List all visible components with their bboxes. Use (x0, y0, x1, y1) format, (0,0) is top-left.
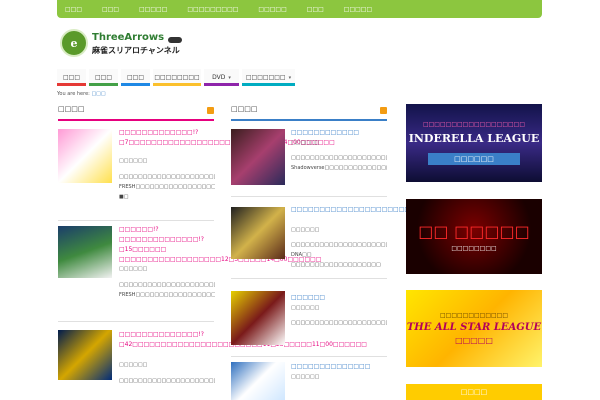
post-excerpt: □□□□□□□□□□□□□□□□□□□□□□□□□□□□□□□□□□□□□□□□… (119, 174, 215, 200)
post-excerpt: □□□□□□□□□□□□□□□□□□□□□□□□□□□□□□□□□□□□□□□□… (119, 282, 215, 298)
banner-subtitle: □□□□□□□□ (451, 244, 497, 252)
nav-underline (89, 83, 118, 86)
main-navigation: □□□ □□□ □□□ □□□□□□□□ DVD ▾ □□□□□□□ ▾ (57, 69, 298, 86)
nav-item-3[interactable]: □□□ (121, 69, 150, 86)
nav-label: □□□ (62, 74, 80, 81)
logo-subtitle: 麻雀スリアロチャンネル (92, 46, 180, 55)
chevron-down-icon: ▾ (228, 74, 231, 81)
top-nav-item[interactable]: □□□□□ (139, 6, 167, 13)
rss-icon[interactable] (380, 107, 387, 114)
left-column-divider (58, 119, 214, 121)
top-nav-item[interactable]: □□□□□ (344, 6, 372, 13)
banner-title: THE ALL STAR LEAGUE (406, 322, 542, 333)
middle-column-divider (231, 119, 387, 121)
post-excerpt: □□□□□□□□□□□□□□□□□□□□□□□□□□□□□□□□□□□□□□□□… (291, 242, 387, 268)
post-excerpt: □□□□□□□□□□□□□□□□□□□□□□□□□□□□□□□□□□□□□□□□… (119, 378, 215, 384)
breadcrumb: You are here: □□□ (57, 91, 106, 97)
post-thumbnail[interactable] (58, 226, 112, 278)
banner-title: □□□□ (460, 388, 488, 396)
post-thumbnail[interactable] (231, 362, 285, 400)
top-nav-item[interactable]: □□□□□ (258, 6, 286, 13)
nav-item-dvd[interactable]: DVD ▾ (204, 69, 239, 86)
nav-label: DVD (212, 74, 226, 81)
post-thumbnail[interactable] (231, 129, 285, 185)
chevron-down-icon: ▾ (288, 74, 292, 81)
middle-column-heading: □□□□ (231, 105, 258, 113)
nav-underline (242, 83, 295, 86)
post-separator (231, 356, 387, 357)
nav-item-6[interactable]: □□□□□□□ ▾ (242, 69, 295, 86)
nav-item-4[interactable]: □□□□□□□□ (153, 69, 201, 86)
post-date: □□□□□□ (291, 305, 320, 311)
nav-label: □□□ (94, 74, 112, 81)
site-logo[interactable]: e ThreeArrows 麻雀スリアロチャンネル (60, 29, 182, 59)
banner-cta: □□□□□ (455, 336, 493, 345)
left-column-heading: □□□□ (58, 105, 85, 113)
banner-jinro[interactable]: □□ □□□□□ □□□□□□□□ (406, 199, 542, 274)
breadcrumb-prefix: You are here: (57, 91, 90, 97)
post-date: □□□□□□ (291, 374, 320, 380)
post-date: □□□□□□ (119, 362, 148, 368)
logo-mark: e (60, 29, 88, 57)
nav-label: □□□□□□□ (245, 74, 286, 81)
post-date: □□□□□□ (291, 227, 320, 233)
nav-underline (57, 83, 86, 86)
top-nav-item[interactable]: □□□ (307, 6, 324, 13)
nav-item-2[interactable]: □□□ (89, 69, 118, 86)
post-title[interactable]: □□□□□□□□□□□□□□ (291, 362, 387, 372)
post-date: □□□□□□ (119, 266, 148, 272)
banner-cta: □□□□□□ (428, 153, 520, 165)
top-nav-item[interactable]: □□□ (102, 6, 119, 13)
post-title[interactable]: □□□□□□!?□□□□□□□□□□□□□□!?□15□□□□□□ □□□□□□… (119, 225, 321, 265)
nav-label: □□□ (126, 74, 144, 81)
nav-label: □□□□□□□□ (154, 74, 200, 81)
post-title[interactable]: □□□□□□□□□□□□ (291, 128, 387, 138)
post-date: □□□□□□ (291, 140, 320, 146)
banner-subtitle: □□□□□□□□□□□□□□□□□□ (422, 121, 526, 128)
logo-name: ThreeArrows (92, 32, 165, 43)
post-title[interactable]: □□□□□□ (291, 293, 387, 303)
post-thumbnail[interactable] (231, 207, 285, 259)
post-separator (231, 278, 387, 279)
banner-all-star-league[interactable]: □□□□□□□□□□□□ THE ALL STAR LEAGUE □□□□□ (406, 290, 542, 367)
nav-underline (153, 83, 201, 86)
banner-cinderella-league[interactable]: □□□□□□□□□□□□□□□□□□ INDERELLA LEAGUE □□□□… (406, 104, 542, 182)
top-navigation-bar: □□□ □□□ □□□□□ □□□□□□□□□ □□□□□ □□□ □□□□□ (57, 0, 542, 18)
logo-badge (168, 37, 182, 43)
post-thumbnail[interactable] (231, 291, 285, 345)
banner-subtitle: □□□□□□□□□□□□ (439, 312, 509, 319)
post-separator (58, 220, 214, 221)
nav-underline (204, 83, 239, 86)
post-excerpt: □□□□□□□□□□□□□□□□□□□□□□□□□□□□□ Shadowvers… (291, 155, 387, 171)
post-title[interactable]: □□□□□□□□□□□□□□□□□□□□□□□□□□□ (291, 205, 444, 215)
post-separator (231, 196, 387, 197)
post-date: □□□□□□ (119, 158, 148, 164)
post-title[interactable]: □□□□□□□□□□□□□□!?□42□□□□□□□□□□□□□□□□□□□□ □… (119, 330, 367, 350)
top-nav-item[interactable]: □□□□□□□□□ (187, 6, 238, 13)
nav-underline (121, 83, 150, 86)
post-thumbnail[interactable] (58, 330, 112, 380)
top-nav-item[interactable]: □□□ (65, 6, 82, 13)
post-thumbnail[interactable] (58, 129, 112, 183)
banner-partial[interactable]: □□□□ (406, 384, 542, 400)
rss-icon[interactable] (207, 107, 214, 114)
breadcrumb-current[interactable]: □□□ (91, 91, 105, 97)
post-excerpt: □□□□□□□□□□□□□□□□□□□□□□□□□□□□□□□□□□□□□□□□… (291, 320, 387, 326)
nav-item-1[interactable]: □□□ (57, 69, 86, 86)
post-separator (58, 321, 214, 322)
banner-title: □□ □□□□□ (418, 221, 530, 241)
post-title[interactable]: □□□□□□□□□□□□□!?□7□□□□□□□□□□□□□□□□□□□12□1… (119, 128, 335, 148)
banner-title: INDERELLA LEAGUE (408, 132, 540, 145)
